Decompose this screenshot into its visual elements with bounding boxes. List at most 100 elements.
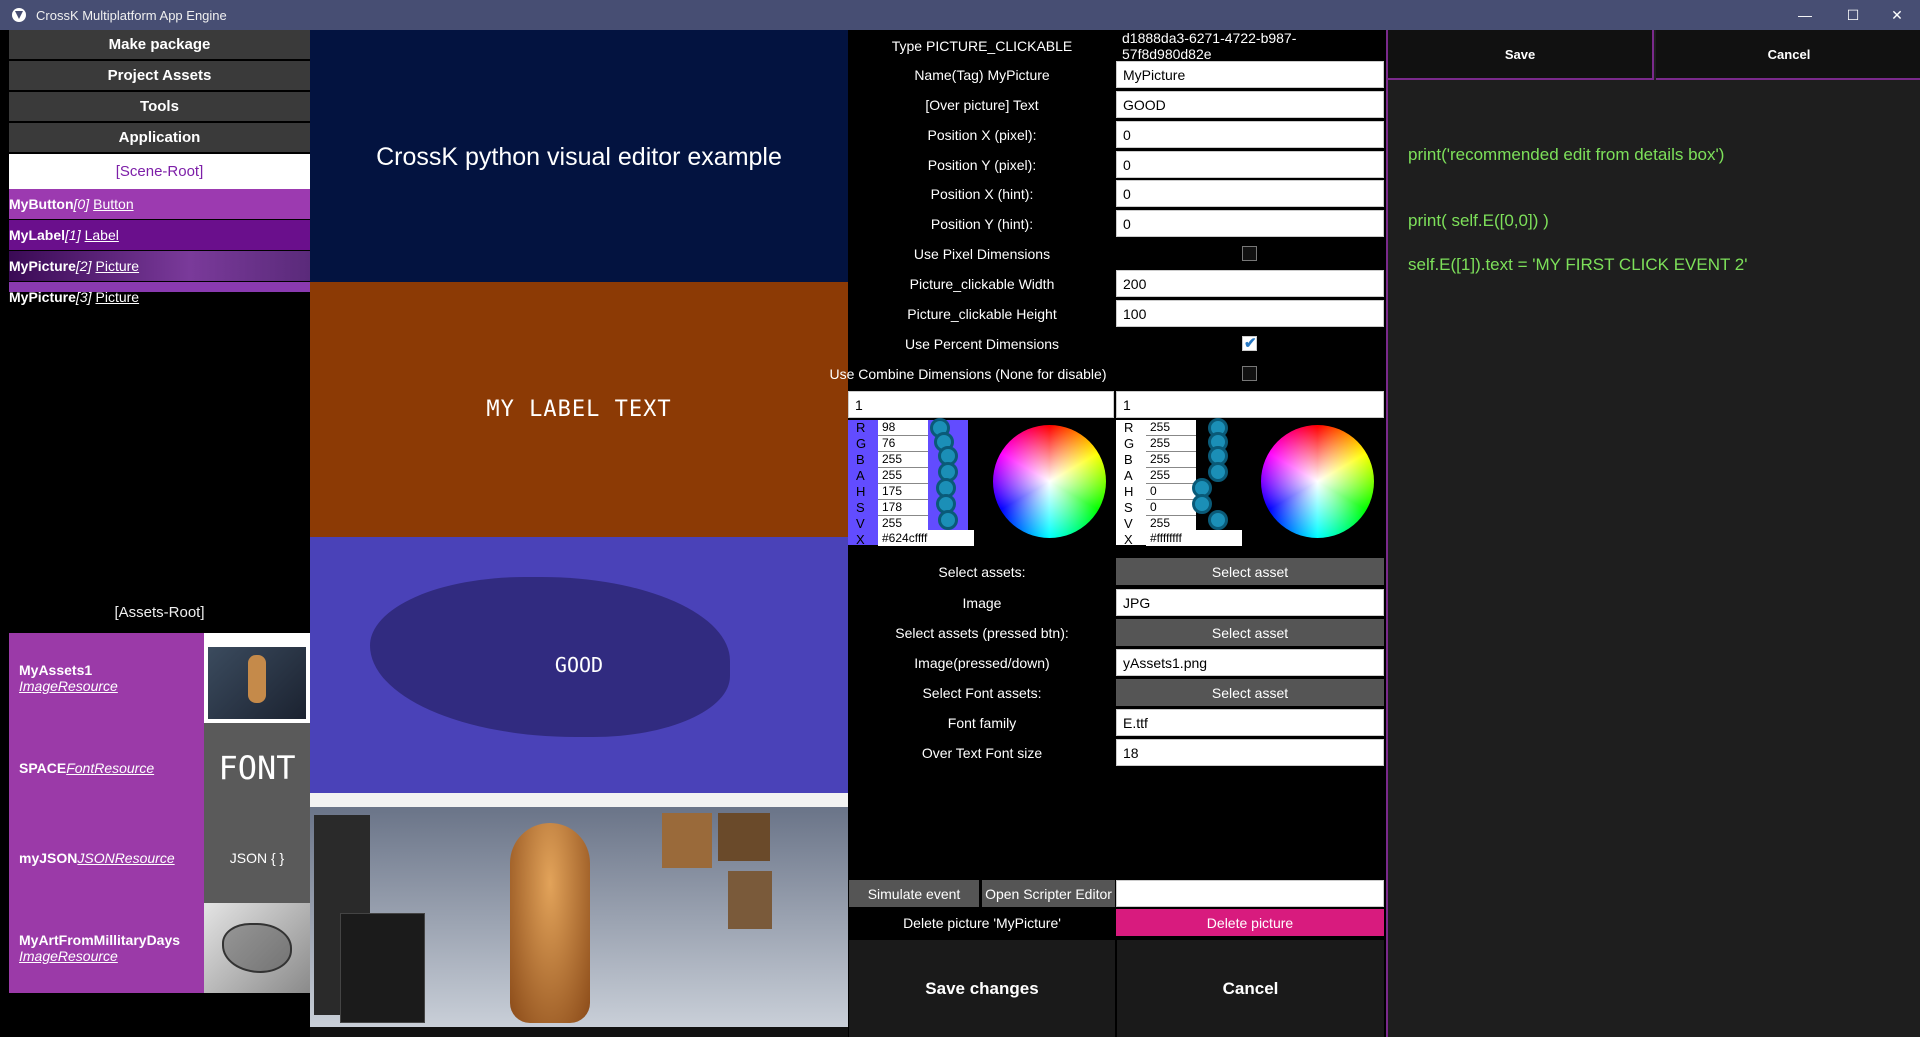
scripter-field[interactable] [1116, 880, 1384, 907]
channel-sliders[interactable] [1192, 418, 1236, 530]
title-bar: CrossK Multiplatform App Engine — ☐ ✕ [0, 0, 1920, 30]
code-line[interactable]: self.E([1]).text = 'MY FIRST CLICK EVENT… [1408, 255, 1748, 275]
code-line[interactable]: print('recommended edit from details box… [1408, 145, 1724, 165]
tree-item-name: MyPicture [9, 258, 76, 274]
pos-y-pixel-label: Position Y (pixel): [927, 156, 1037, 173]
slider-knob[interactable] [1192, 494, 1212, 514]
value-a[interactable]: 255 [1146, 468, 1196, 484]
tree-item-name: MyLabel [9, 227, 66, 243]
value-s[interactable]: 0 [1146, 500, 1196, 516]
editor-save-button[interactable]: Save [1388, 30, 1654, 80]
pos-x-pixel-input[interactable]: 0 [1116, 121, 1384, 148]
close-button[interactable]: ✕ [1874, 0, 1920, 30]
font-family-input[interactable]: E.ttf [1116, 709, 1384, 736]
mybutton-preview[interactable]: CrossK python visual editor example [310, 30, 848, 282]
sketch-shape [222, 923, 292, 973]
use-pixel-checkbox[interactable] [1242, 246, 1257, 261]
pos-x-hint-input[interactable]: 0 [1116, 180, 1384, 207]
maximize-button[interactable]: ☐ [1830, 0, 1876, 30]
value-r[interactable]: 255 [1146, 420, 1196, 436]
text-label: [Over picture] Text [925, 96, 1039, 113]
tree-item-mybutton[interactable]: MyButton [0] Button [9, 189, 310, 219]
assets-root[interactable]: [Assets-Root] [9, 597, 310, 627]
asset-item[interactable]: SPACEFontResource FONT [9, 723, 310, 813]
channel-b: B [1124, 452, 1133, 467]
canvas-heading: CrossK python visual editor example [376, 143, 782, 171]
tree-item-type: Button [93, 196, 134, 212]
color-picker-text[interactable]: R G B A H S V X 255 255 255 255 0 0 255 [1116, 418, 1382, 547]
embedded-taskbar [310, 1027, 848, 1037]
color-wheel[interactable] [993, 425, 1106, 538]
slider-knob[interactable] [938, 510, 958, 530]
use-combine-checkbox[interactable] [1242, 366, 1257, 381]
color-picker-background[interactable]: R G B A H S V X 98 76 255 255 175 178 25… [848, 418, 1114, 547]
text-input[interactable]: GOOD [1116, 91, 1384, 118]
cancel-button[interactable]: Cancel [1117, 940, 1384, 1037]
asset-list: MyAssets1 ImageResource SPACEFontResourc… [9, 633, 310, 993]
select-font-asset-button[interactable]: Select asset [1116, 679, 1384, 706]
value-h[interactable]: 0 [1146, 484, 1196, 500]
image-input[interactable]: JPG [1116, 589, 1384, 616]
select-asset-button[interactable]: Select asset [1116, 558, 1384, 585]
value-g[interactable]: 255 [1146, 436, 1196, 452]
properties-panel: Type PICTURE_CLICKABLE d1888da3-6271-472… [829, 30, 1386, 1037]
asset-label: myJSONJSONResource [9, 813, 204, 903]
anatomy-detail-2 [718, 813, 770, 861]
value-r[interactable]: 98 [878, 420, 928, 436]
window-title: CrossK Multiplatform App Engine [36, 7, 227, 23]
slider-knob[interactable] [1208, 462, 1228, 482]
channel-values: 98 76 255 255 175 178 255 [878, 420, 928, 532]
pos-y-pixel-input[interactable]: 0 [1116, 151, 1384, 178]
asset-item[interactable]: MyArtFromMillitaryDays ImageResource [9, 903, 310, 993]
tools-button[interactable]: Tools [9, 92, 310, 121]
app-logo-icon [12, 8, 26, 22]
select-font-label: Select Font assets: [922, 684, 1042, 701]
tree-item-mylabel[interactable]: MyLabel [1] Label [9, 220, 310, 250]
value-s[interactable]: 178 [878, 500, 928, 516]
name-input[interactable]: MyPicture [1116, 61, 1384, 88]
asset-item[interactable]: MyAssets1 ImageResource [9, 633, 310, 723]
select-pressed-asset-button[interactable]: Select asset [1116, 619, 1384, 646]
font-size-input[interactable]: 18 [1116, 739, 1384, 766]
use-percent-checkbox[interactable] [1242, 334, 1257, 352]
minimize-button[interactable]: — [1782, 0, 1828, 30]
pos-y-hint-input[interactable]: 0 [1116, 210, 1384, 237]
width-input[interactable]: 200 [1116, 270, 1384, 297]
asset-item[interactable]: myJSONJSONResource JSON { } [9, 813, 310, 903]
application-button[interactable]: Application [9, 123, 310, 152]
scene-root[interactable]: [Scene-Root] [9, 154, 310, 189]
use-pixel-label: Use Pixel Dimensions [913, 245, 1051, 262]
embedded-menu-list [340, 913, 425, 1023]
tree-item-index: [3] [75, 289, 92, 305]
mypicture-3-preview[interactable] [310, 793, 848, 1037]
channel-sliders[interactable] [928, 418, 968, 530]
pressed-image-input[interactable]: yAssets1.png [1116, 649, 1384, 676]
height-input[interactable]: 100 [1116, 300, 1384, 327]
image-label: Image [962, 594, 1002, 611]
make-package-button[interactable]: Make package [9, 30, 310, 59]
mylabel-preview[interactable]: MY LABEL TEXT [310, 282, 848, 537]
channel-s: S [1124, 500, 1133, 515]
hex-input[interactable]: #ffffffff [1146, 530, 1242, 546]
save-changes-button[interactable]: Save changes [849, 940, 1115, 1037]
slider-knob[interactable] [1208, 510, 1228, 530]
tree-item-mypicture-3[interactable]: MyPicture [3] Picture [9, 282, 310, 312]
tree-item-mypicture-2[interactable]: MyPicture [2] Picture [9, 251, 310, 281]
value-a[interactable]: 255 [878, 468, 928, 484]
value-g[interactable]: 76 [878, 436, 928, 452]
combine-input-b[interactable]: 1 [1116, 391, 1384, 418]
sketch-drawing [370, 577, 730, 737]
value-h[interactable]: 175 [878, 484, 928, 500]
mypicture-preview[interactable]: GOOD [310, 537, 848, 793]
channel-h: H [856, 484, 866, 499]
value-b[interactable]: 255 [878, 452, 928, 468]
hex-input[interactable]: #624cffff [878, 530, 974, 546]
editor-cancel-button[interactable]: Cancel [1656, 30, 1920, 80]
value-b[interactable]: 255 [1146, 452, 1196, 468]
channel-x: X [1124, 532, 1133, 547]
project-assets-button[interactable]: Project Assets [9, 61, 310, 90]
color-wheel[interactable] [1261, 425, 1374, 538]
combine-input-a[interactable]: 1 [848, 391, 1114, 418]
delete-picture-button[interactable]: Delete picture [1116, 909, 1384, 936]
code-line[interactable]: print( self.E([0,0]) ) [1408, 211, 1549, 231]
